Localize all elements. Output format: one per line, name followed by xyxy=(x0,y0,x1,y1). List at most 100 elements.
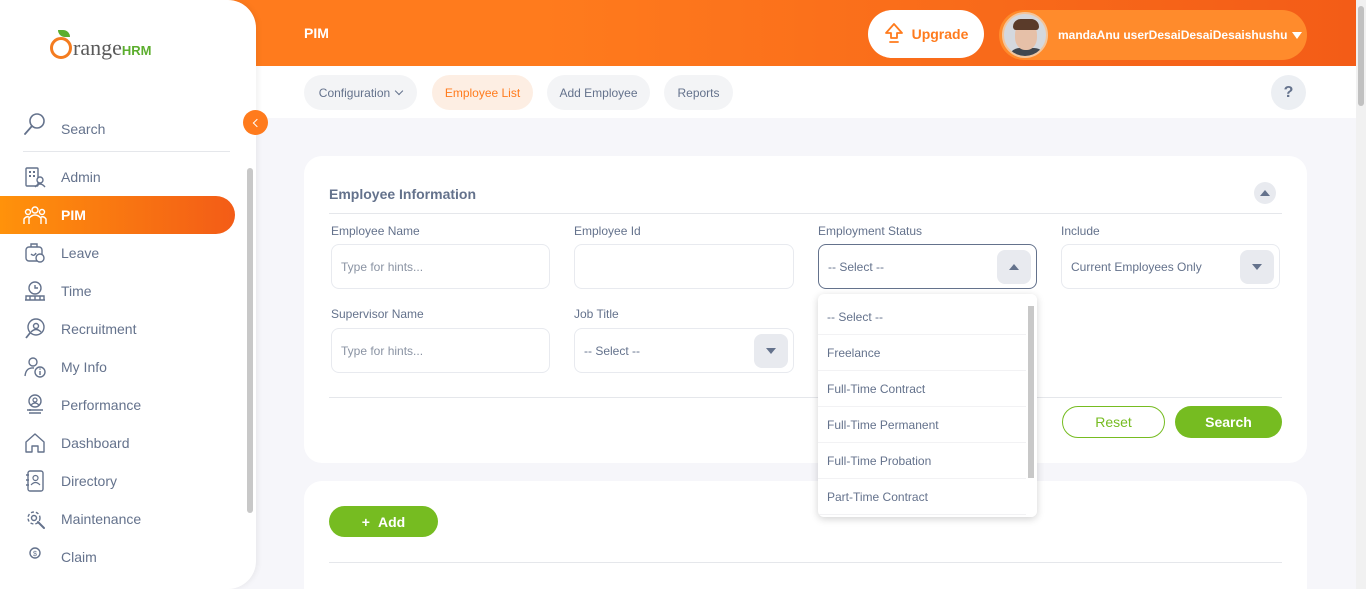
chevron-left-icon xyxy=(252,118,261,127)
sidebar-item-label: Admin xyxy=(61,169,101,185)
select-value: Current Employees Only xyxy=(1071,259,1202,274)
select-value: -- Select -- xyxy=(584,343,641,358)
employment-status-select[interactable]: -- Select -- xyxy=(818,244,1037,289)
upgrade-label: Upgrade xyxy=(911,26,969,42)
add-label: Add xyxy=(377,513,406,530)
caret-up-icon xyxy=(1260,190,1270,196)
sidebar-item-time[interactable]: Time xyxy=(0,272,235,310)
dropdown-option[interactable]: Full-Time Contract xyxy=(818,371,1026,407)
dropdown-toggle[interactable] xyxy=(754,334,788,368)
admin-icon xyxy=(23,165,47,189)
dropdown-toggle[interactable] xyxy=(997,250,1031,284)
sidebar-item-pim[interactable]: PIM xyxy=(0,196,235,234)
employment-status-label: Employment Status xyxy=(818,224,923,238)
tab-configuration[interactable]: Configuration xyxy=(304,75,417,110)
caret-down-icon xyxy=(766,348,776,354)
page-scrollbar[interactable] xyxy=(1356,0,1366,589)
sidebar-item-directory[interactable]: Directory xyxy=(0,462,235,500)
select-value: -- Select -- xyxy=(828,259,885,274)
tab-label: Reports xyxy=(677,85,720,100)
sidebar-item-leave[interactable]: Leave xyxy=(0,234,235,272)
recruitment-icon xyxy=(23,317,47,341)
sidebar-scrollbar[interactable] xyxy=(246,158,254,558)
dropdown-option[interactable]: Full-Time Probation xyxy=(818,443,1026,479)
tab-add-employee[interactable]: Add Employee xyxy=(547,75,650,110)
upgrade-arrow-icon xyxy=(884,22,904,47)
sidebar-item-label: Recruitment xyxy=(61,321,137,337)
sidebar-item-label: Leave xyxy=(61,245,100,261)
employee-filter-card: Employee Information Employee Name Type … xyxy=(304,156,1307,463)
sub-navigation: Configuration Employee List Add Employee… xyxy=(256,66,1356,118)
dropdown-toggle[interactable] xyxy=(1240,250,1274,284)
dropdown-scrollbar[interactable] xyxy=(1026,294,1037,517)
leave-icon xyxy=(23,241,47,265)
sidebar-item-maintenance[interactable]: Maintenance xyxy=(0,500,235,538)
add-employee-button[interactable]: + Add xyxy=(329,506,438,537)
sidebar-search[interactable]: Search xyxy=(23,112,230,152)
employment-status-dropdown: -- Select -- Freelance Full-Time Contrac… xyxy=(818,294,1037,517)
job-title-label: Job Title xyxy=(574,307,619,321)
employee-id-input[interactable] xyxy=(574,244,794,289)
dropdown-option[interactable]: Part-Time Contract xyxy=(818,479,1026,515)
dropdown-option[interactable]: Freelance xyxy=(818,335,1026,371)
chevron-down-icon xyxy=(394,86,404,95)
sidebar-item-label: PIM xyxy=(61,207,86,223)
directory-icon xyxy=(23,469,47,493)
collapse-toggle-button[interactable] xyxy=(1254,182,1276,204)
dropdown-option[interactable]: Full-Time Permanent xyxy=(818,407,1026,443)
sidebar-item-label: Performance xyxy=(61,397,142,413)
my-info-icon xyxy=(23,355,47,379)
maintenance-icon xyxy=(23,507,47,531)
svg-text:$: $ xyxy=(33,551,37,558)
sidebar-item-performance[interactable]: Performance xyxy=(0,386,235,424)
dropdown-option[interactable]: -- Select -- xyxy=(818,299,1026,335)
sidebar-item-label: Time xyxy=(61,283,92,299)
sidebar-item-dashboard[interactable]: Dashboard xyxy=(0,424,235,462)
tab-employee-list[interactable]: Employee List xyxy=(432,75,533,110)
job-title-select[interactable]: -- Select -- xyxy=(574,328,794,373)
sidebar-item-label: Claim xyxy=(61,549,97,565)
tab-label: Employee List xyxy=(444,85,521,100)
tab-reports[interactable]: Reports xyxy=(664,75,733,110)
claim-icon: $ xyxy=(23,545,47,569)
sidebar-item-label: Maintenance xyxy=(61,511,142,527)
tab-label: Configuration xyxy=(318,85,391,100)
caret-down-icon xyxy=(1252,264,1262,270)
time-icon xyxy=(23,279,47,303)
search-icon xyxy=(23,112,47,143)
search-button[interactable]: Search xyxy=(1175,406,1282,438)
employee-id-label: Employee Id xyxy=(574,224,641,238)
divider xyxy=(329,397,1282,398)
pim-icon xyxy=(23,203,47,227)
sidebar-search-label: Search xyxy=(61,121,106,137)
card-title: Employee Information xyxy=(329,186,477,202)
supervisor-name-input[interactable]: Type for hints... xyxy=(331,328,550,373)
sidebar-item-label: Directory xyxy=(61,473,118,489)
user-dropdown[interactable]: mandaAnu userDesaiDesaiDesaishushu xyxy=(999,10,1307,60)
reset-button[interactable]: Reset xyxy=(1062,406,1165,438)
sidebar: range HRM Search Admin PIM Leave Time Re… xyxy=(0,0,256,589)
employee-name-label: Employee Name xyxy=(331,224,420,238)
tab-label: Add Employee xyxy=(559,85,638,100)
avatar xyxy=(1002,12,1048,58)
supervisor-name-label: Supervisor Name xyxy=(331,307,424,321)
divider xyxy=(329,562,1282,563)
sidebar-item-my-info[interactable]: My Info xyxy=(0,348,235,386)
performance-icon xyxy=(23,393,47,417)
help-button[interactable]: ? xyxy=(1271,75,1306,110)
page-title: PIM xyxy=(304,25,329,41)
logo-hrm-text: HRM xyxy=(121,43,152,58)
sidebar-item-label: Dashboard xyxy=(61,435,130,451)
caret-up-icon xyxy=(1009,264,1019,270)
sidebar-item-claim[interactable]: $ Claim xyxy=(0,538,235,576)
sidebar-item-recruitment[interactable]: Recruitment xyxy=(0,310,235,348)
upgrade-button[interactable]: Upgrade xyxy=(868,10,984,58)
logo-text: range xyxy=(73,35,122,60)
sidebar-collapse-button[interactable] xyxy=(243,110,268,135)
user-name: mandaAnu userDesaiDesaiDesaishushu xyxy=(1058,28,1288,42)
caret-down-icon xyxy=(1292,31,1303,39)
dashboard-icon xyxy=(23,431,47,455)
employee-name-input[interactable]: Type for hints... xyxy=(331,244,550,289)
include-select[interactable]: Current Employees Only xyxy=(1061,244,1280,289)
sidebar-item-admin[interactable]: Admin xyxy=(0,158,235,196)
